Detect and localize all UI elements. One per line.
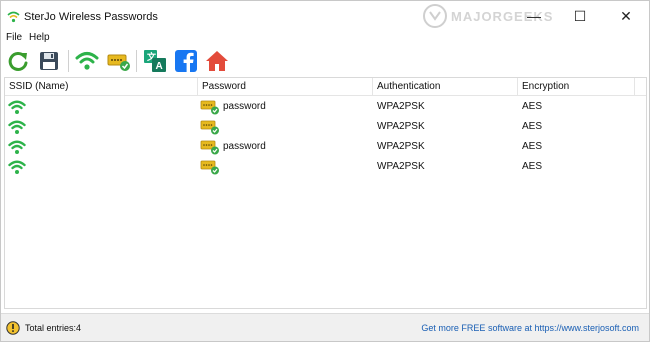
- total-entries-label: Total entries:4: [25, 323, 82, 333]
- menu-bar: File Help: [1, 31, 649, 45]
- column-authentication[interactable]: Authentication: [373, 78, 518, 96]
- authentication-cell: WPA2PSK: [377, 121, 425, 132]
- table-row[interactable]: WPA2PSK AES: [5, 157, 646, 177]
- wifi-icon: [8, 160, 26, 174]
- list-header: SSID (Name) Password Authentication Encr…: [5, 78, 646, 96]
- password-key-icon: [200, 120, 219, 135]
- toolbar: 文 A: [1, 46, 649, 76]
- password-key-icon: [200, 160, 219, 175]
- app-wifi-icon: [7, 11, 20, 23]
- menu-file[interactable]: File: [6, 32, 22, 43]
- password-key-icon: [200, 140, 219, 155]
- column-password[interactable]: Password: [198, 78, 373, 96]
- toolbar-separator: [136, 50, 137, 72]
- password-cell: password: [223, 141, 266, 152]
- toolbar-separator: [68, 50, 69, 72]
- status-bar: Total entries:4 Get more FREE software a…: [1, 313, 649, 341]
- table-row[interactable]: password WPA2PSK AES: [5, 97, 646, 117]
- app-window: SterJo Wireless Passwords MAJORGEEKS — ☐…: [0, 0, 650, 342]
- encryption-cell: AES: [522, 141, 543, 152]
- home-icon: [206, 51, 228, 71]
- info-icon: [6, 321, 20, 335]
- wifi-icon: [8, 100, 26, 114]
- authentication-cell: WPA2PSK: [377, 161, 425, 172]
- home-button[interactable]: [203, 47, 231, 75]
- encryption-cell: AES: [522, 161, 543, 172]
- svg-text:A: A: [156, 61, 163, 72]
- wifi-icon: [75, 52, 99, 70]
- encryption-cell: AES: [522, 101, 543, 112]
- wifi-scan-button[interactable]: [73, 47, 101, 75]
- window-title: SterJo Wireless Passwords: [24, 11, 158, 23]
- password-key-icon: [107, 54, 130, 71]
- show-password-button[interactable]: [105, 47, 133, 75]
- column-ssid[interactable]: SSID (Name): [5, 78, 198, 96]
- refresh-button[interactable]: [4, 47, 32, 75]
- language-button[interactable]: 文 A: [141, 47, 169, 75]
- table-row[interactable]: password WPA2PSK AES: [5, 137, 646, 157]
- title-bar: SterJo Wireless Passwords MAJORGEEKS — ☐…: [1, 1, 649, 31]
- maximize-button[interactable]: ☐: [557, 1, 603, 31]
- authentication-cell: WPA2PSK: [377, 101, 425, 112]
- password-cell: password: [223, 101, 266, 112]
- facebook-button[interactable]: [172, 47, 200, 75]
- menu-help[interactable]: Help: [29, 32, 50, 43]
- authentication-cell: WPA2PSK: [377, 141, 425, 152]
- translate-icon: 文 A: [144, 50, 166, 72]
- wifi-icon: [8, 120, 26, 134]
- sterjosoft-link[interactable]: Get more FREE software at https://www.st…: [421, 323, 639, 333]
- refresh-icon: [8, 51, 28, 71]
- encryption-cell: AES: [522, 121, 543, 132]
- wifi-icon: [8, 140, 26, 154]
- save-icon: [40, 52, 58, 70]
- wireless-list[interactable]: SSID (Name) Password Authentication Encr…: [4, 77, 647, 309]
- column-encryption[interactable]: Encryption: [518, 78, 635, 96]
- password-key-icon: [200, 100, 219, 115]
- table-row[interactable]: WPA2PSK AES: [5, 117, 646, 137]
- minimize-button[interactable]: —: [511, 1, 557, 31]
- facebook-icon: [175, 50, 197, 72]
- save-button[interactable]: [35, 47, 63, 75]
- close-button[interactable]: ✕: [603, 1, 649, 31]
